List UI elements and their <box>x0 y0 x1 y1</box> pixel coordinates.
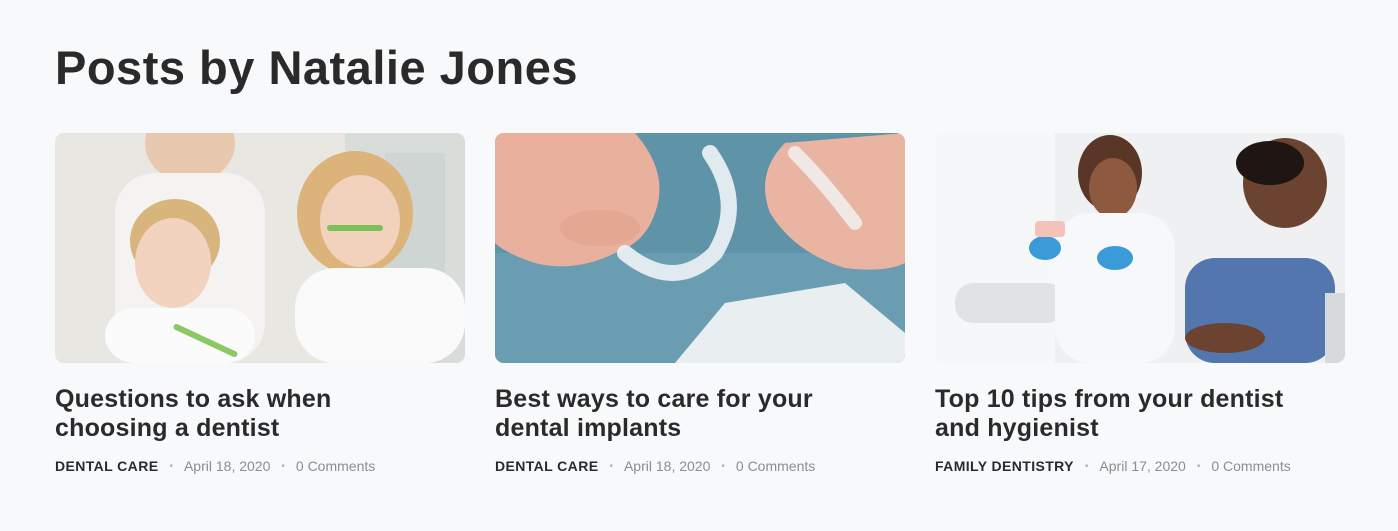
posts-grid: Questions to ask when choosing a dentist… <box>55 133 1345 474</box>
meta-separator: • <box>721 460 725 472</box>
post-comments[interactable]: 0 Comments <box>736 458 815 474</box>
post-category[interactable]: DENTAL CARE <box>495 458 598 474</box>
post-meta: DENTAL CARE • April 18, 2020 • 0 Comment… <box>55 458 465 474</box>
post-date[interactable]: April 18, 2020 <box>624 458 710 474</box>
meta-separator: • <box>1196 460 1201 472</box>
dentist-with-patient-photo <box>935 133 1345 363</box>
post-category[interactable]: DENTAL CARE <box>55 458 158 474</box>
post-comments[interactable]: 0 Comments <box>1211 458 1290 474</box>
post-comments[interactable]: 0 Comments <box>296 458 375 474</box>
page-title: Posts by Natalie Jones <box>55 41 578 94</box>
clear-aligners-photo <box>495 133 905 363</box>
post-title[interactable]: Questions to ask when choosing a dentist <box>55 385 415 443</box>
post-meta: DENTAL CARE • April 18, 2020 • 0 Comment… <box>495 458 905 474</box>
meta-separator: • <box>169 460 173 472</box>
post-category[interactable]: FAMILY DENTISTRY <box>935 458 1074 474</box>
post-meta: FAMILY DENTISTRY • April 17, 2020 • 0 Co… <box>935 458 1345 474</box>
post-thumbnail-aligners[interactable] <box>495 133 905 363</box>
post-thumbnail-family-brushing[interactable] <box>55 133 465 363</box>
post-card[interactable]: Top 10 tips from your dentist and hygien… <box>935 133 1345 474</box>
post-card[interactable]: Best ways to care for your dental implan… <box>495 133 905 474</box>
post-date[interactable]: April 18, 2020 <box>184 458 270 474</box>
post-date[interactable]: April 17, 2020 <box>1099 458 1185 474</box>
post-title[interactable]: Best ways to care for your dental implan… <box>495 385 855 443</box>
meta-separator: • <box>1084 460 1089 472</box>
meta-separator: • <box>281 460 285 472</box>
post-thumbnail-dentist-patient[interactable] <box>935 133 1345 363</box>
meta-separator: • <box>609 460 613 472</box>
post-card[interactable]: Questions to ask when choosing a dentist… <box>55 133 465 474</box>
post-title[interactable]: Top 10 tips from your dentist and hygien… <box>935 385 1295 443</box>
family-brushing-teeth-photo <box>55 133 465 363</box>
